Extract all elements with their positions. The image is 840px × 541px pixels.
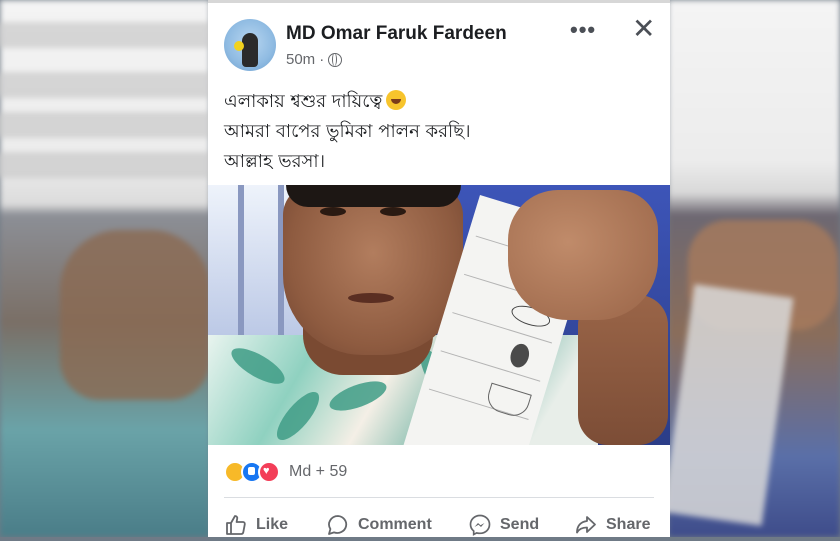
photo-eye xyxy=(320,207,346,216)
post-text-line-3: আল্লাহ ভরসা। xyxy=(224,151,326,172)
post-text-line: এলাকায় শ্বশুর দায়িত্বে xyxy=(224,87,654,117)
author-name[interactable]: MD Omar Faruk Fardeen xyxy=(286,23,507,45)
post-meta: 50m · xyxy=(286,51,343,68)
send-label: Send xyxy=(500,516,540,533)
cup-drawing xyxy=(484,382,532,420)
avatar-figure xyxy=(242,33,258,67)
shirt-leaf xyxy=(270,385,326,445)
share-button[interactable]: Share xyxy=(574,513,650,537)
background-left-blur xyxy=(0,0,220,537)
avatar[interactable] xyxy=(224,19,276,71)
avatar-ball xyxy=(234,41,244,51)
like-label: Like xyxy=(256,516,289,533)
thumbs-up-icon xyxy=(226,515,246,535)
reaction-count: Md + 59 xyxy=(289,463,348,480)
comment-label: Comment xyxy=(358,516,432,533)
share-icon xyxy=(576,516,596,534)
photo-mouth xyxy=(348,293,394,303)
post-card: MD Omar Faruk Fardeen 50m · ••• ✕ এলাকায… xyxy=(208,0,670,537)
action-bar: Like Comment Send Share xyxy=(208,507,670,541)
ghost-text-bar xyxy=(0,152,220,178)
photo-hand xyxy=(508,190,658,320)
comment-button[interactable]: Comment xyxy=(326,513,432,537)
share-label: Share xyxy=(606,516,651,533)
shirt-leaf xyxy=(326,375,390,417)
send-button[interactable]: Send xyxy=(468,513,539,537)
post-time[interactable]: 50m xyxy=(286,51,315,68)
love-reaction-icon xyxy=(258,461,280,483)
pineapple-drawing xyxy=(507,341,532,370)
post-text-line-2: আমরা বাপের ভুমিকা পালন করছি। xyxy=(224,121,471,142)
divider xyxy=(224,497,654,498)
post-text: এলাকায় শ্বশুর দায়িত্বে আমরা বাপের ভুমি… xyxy=(224,87,654,177)
messenger-icon xyxy=(469,514,491,536)
ghost-text-bar xyxy=(0,22,220,48)
ghost-text-bar xyxy=(0,72,220,98)
post-text-line-1: এলাকায় শ্বশুর দায়িত্বে xyxy=(224,91,383,112)
background-right-blur xyxy=(662,0,840,537)
photo-eye xyxy=(380,207,406,216)
photo-face xyxy=(283,185,463,355)
ghost-paper xyxy=(662,284,794,526)
ghost-text-bar xyxy=(0,112,220,138)
meta-separator: · xyxy=(319,51,325,68)
globe-icon xyxy=(328,52,343,67)
rofl-emoji-icon xyxy=(386,90,407,110)
close-button[interactable]: ✕ xyxy=(632,15,655,43)
like-button[interactable]: Like xyxy=(224,513,288,537)
post-photo[interactable] xyxy=(208,185,670,445)
photo-hair xyxy=(286,185,461,207)
comment-icon xyxy=(328,515,348,535)
more-options-button[interactable]: ••• xyxy=(570,17,596,43)
window-bar xyxy=(238,185,244,335)
reaction-summary[interactable]: Md + 59 xyxy=(224,461,347,483)
ghost-face xyxy=(60,230,210,400)
shirt-leaf xyxy=(226,341,290,391)
